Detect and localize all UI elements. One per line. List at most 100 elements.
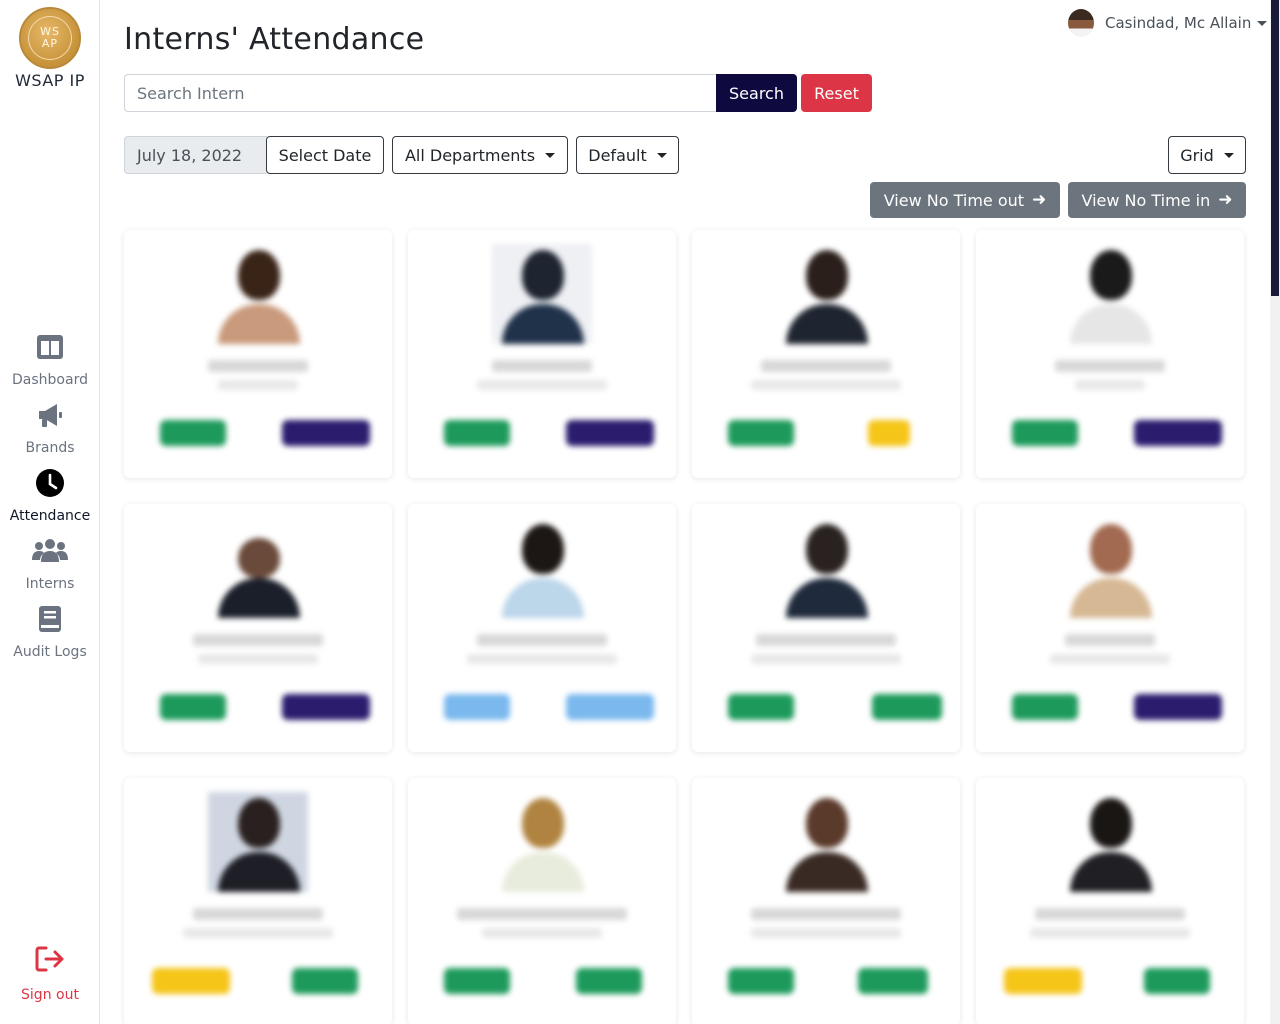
page-scrollbar[interactable] bbox=[1270, 0, 1280, 1024]
time-out-badge bbox=[858, 968, 928, 994]
time-in-badge bbox=[728, 968, 794, 994]
user-menu[interactable]: Casindad, Mc Allain bbox=[1068, 8, 1268, 38]
intern-department-blurred bbox=[751, 654, 901, 664]
view-no-time-in-button[interactable]: View No Time in ➜ bbox=[1068, 182, 1246, 218]
intern-photo bbox=[776, 244, 876, 344]
sidebar-item-label: Audit Logs bbox=[13, 644, 87, 660]
intern-name-blurred bbox=[477, 634, 607, 646]
wsap-logo[interactable]: WS AP bbox=[19, 7, 81, 69]
intern-card[interactable] bbox=[124, 504, 392, 752]
intern-photo bbox=[208, 244, 308, 344]
intern-card[interactable] bbox=[692, 778, 960, 1024]
time-in-badge bbox=[160, 694, 226, 720]
sidebar-item-attendance[interactable]: Attendance bbox=[0, 468, 100, 524]
sidebar-item-audit-logs[interactable]: Audit Logs bbox=[0, 604, 100, 660]
intern-card[interactable] bbox=[408, 230, 676, 478]
user-name: Casindad, Mc Allain bbox=[1105, 14, 1252, 32]
intern-name-blurred bbox=[761, 360, 891, 372]
time-out-badge bbox=[1144, 968, 1210, 994]
time-in-badge bbox=[1012, 420, 1078, 446]
intern-department-blurred bbox=[198, 654, 318, 664]
sidebar-item-brands[interactable]: Brands bbox=[0, 400, 100, 456]
arrow-right-icon: ➜ bbox=[1218, 190, 1233, 210]
book-icon bbox=[39, 606, 61, 632]
sort-dropdown-label: Default bbox=[588, 145, 647, 165]
time-out-badge bbox=[566, 694, 654, 720]
sign-out-icon bbox=[35, 946, 64, 972]
time-out-badge bbox=[282, 420, 370, 446]
intern-name-blurred bbox=[756, 634, 896, 646]
sidebar-item-label: Interns bbox=[25, 576, 75, 592]
brand-name: WSAP IP bbox=[15, 71, 85, 90]
sidebar-item-interns[interactable]: Interns bbox=[0, 536, 100, 592]
chevron-down-icon bbox=[1223, 152, 1234, 158]
view-no-time-in-label: View No Time in bbox=[1081, 190, 1211, 210]
intern-department-blurred bbox=[477, 380, 607, 390]
view-mode-dropdown[interactable]: Grid bbox=[1168, 136, 1246, 174]
time-out-badge bbox=[576, 968, 642, 994]
intern-department-blurred bbox=[467, 654, 617, 664]
search-button[interactable]: Search bbox=[716, 74, 797, 112]
intern-card[interactable] bbox=[976, 778, 1244, 1024]
intern-department-blurred bbox=[218, 380, 298, 390]
intern-card[interactable] bbox=[408, 778, 676, 1024]
search-field bbox=[124, 74, 716, 112]
department-dropdown-label: All Departments bbox=[404, 145, 536, 165]
sidebar-item-label: Dashboard bbox=[12, 372, 88, 388]
intern-name-blurred bbox=[1035, 908, 1185, 920]
time-out-badge bbox=[872, 694, 942, 720]
intern-department-blurred bbox=[482, 928, 602, 938]
time-in-badge bbox=[444, 968, 510, 994]
intern-card[interactable] bbox=[692, 230, 960, 478]
intern-department-blurred bbox=[751, 380, 901, 390]
avatar bbox=[1068, 9, 1094, 37]
intern-photo bbox=[1060, 792, 1160, 892]
intern-card[interactable] bbox=[976, 504, 1244, 752]
view-no-time-out-button[interactable]: View No Time out ➜ bbox=[870, 182, 1060, 218]
select-date-button[interactable]: Select Date bbox=[266, 136, 384, 174]
time-in-badge bbox=[152, 968, 230, 994]
intern-card[interactable] bbox=[692, 504, 960, 752]
intern-grid bbox=[124, 230, 1246, 1024]
view-no-time-out-label: View No Time out bbox=[883, 190, 1025, 210]
intern-card[interactable] bbox=[124, 230, 392, 478]
sidebar-item-label: Attendance bbox=[9, 508, 91, 524]
time-out-badge bbox=[292, 968, 358, 994]
time-in-badge bbox=[444, 694, 510, 720]
intern-department-blurred bbox=[1050, 654, 1170, 664]
arrow-right-icon: ➜ bbox=[1032, 190, 1047, 210]
time-out-badge bbox=[1134, 694, 1222, 720]
intern-photo bbox=[1060, 244, 1160, 344]
sidebar-item-label: Brands bbox=[25, 440, 75, 456]
intern-name-blurred bbox=[1055, 360, 1165, 372]
intern-card[interactable] bbox=[124, 778, 392, 1024]
intern-card[interactable] bbox=[976, 230, 1244, 478]
intern-name-blurred bbox=[208, 360, 308, 372]
intern-photo bbox=[1060, 518, 1160, 618]
reset-button[interactable]: Reset bbox=[801, 74, 872, 112]
scrollbar-thumb[interactable] bbox=[1271, 0, 1279, 296]
intern-department-blurred bbox=[751, 928, 901, 938]
sort-dropdown[interactable]: Default bbox=[576, 136, 679, 174]
time-in-badge bbox=[1012, 694, 1078, 720]
sidebar-item-dashboard[interactable]: Dashboard bbox=[0, 332, 100, 388]
intern-name-blurred bbox=[492, 360, 592, 372]
intern-photo bbox=[492, 518, 592, 618]
time-in-badge bbox=[160, 420, 226, 446]
department-dropdown[interactable]: All Departments bbox=[392, 136, 568, 174]
sidebar: WS AP WSAP IP Dashboard Brands Attendanc… bbox=[0, 0, 100, 1024]
intern-card[interactable] bbox=[408, 504, 676, 752]
intern-photo bbox=[208, 518, 308, 618]
intern-photo bbox=[492, 792, 592, 892]
sign-out-button[interactable]: Sign out bbox=[0, 944, 100, 1003]
logo-emblem: WS AP bbox=[28, 16, 72, 60]
time-out-badge bbox=[1134, 420, 1222, 446]
intern-photo bbox=[776, 792, 876, 892]
chevron-down-icon bbox=[545, 152, 556, 158]
megaphone-icon bbox=[39, 404, 62, 427]
intern-photo bbox=[208, 792, 308, 892]
clock-icon bbox=[36, 469, 64, 497]
time-out-badge bbox=[566, 420, 654, 446]
search-input[interactable] bbox=[125, 75, 716, 111]
time-in-badge bbox=[1004, 968, 1082, 994]
